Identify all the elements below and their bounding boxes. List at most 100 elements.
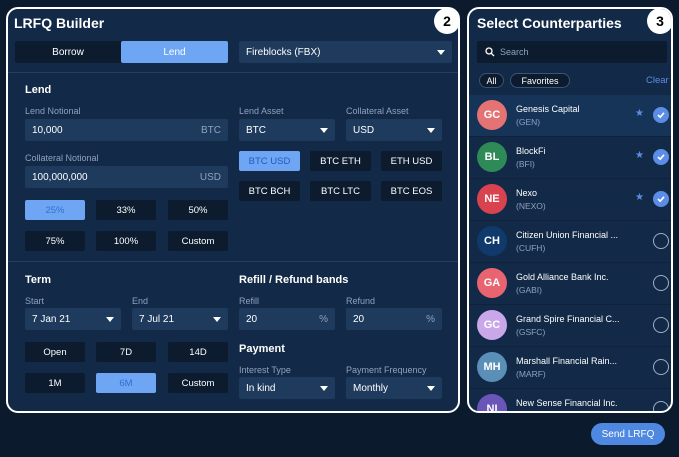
chevron-down-icon [427,127,435,133]
counterparty-row[interactable]: MH Marshall Financial Rain... (MARF) [469,347,671,389]
divider [8,261,458,262]
pair-btc-eos-button[interactable]: BTC EOS [381,181,442,201]
payment-heading: Payment [239,343,285,355]
collateral-asset-value: USD [353,124,375,136]
avatar: MH [477,352,507,382]
counterparty-code: (MARF) [516,369,546,379]
send-lrfq-button[interactable]: Send LRFQ [591,423,665,445]
counterparty-name: Marshall Financial Rain... [516,356,618,366]
counterparty-name: Nexo [516,188,538,198]
pct-100-button[interactable]: 100% [96,231,156,251]
checkbox-unchecked[interactable] [653,233,669,249]
lend-notional-unit: BTC [201,124,221,136]
lend-asset-select[interactable]: BTC [239,119,335,141]
payment-frequency-select[interactable]: Monthly [346,377,442,399]
pct-50-button[interactable]: 50% [168,200,228,220]
counterparty-name: Grand Spire Financial C... [516,314,620,324]
counterparty-code: (BFI) [516,159,535,169]
refill-unit: % [319,313,328,325]
lend-asset-label: Lend Asset [239,106,284,116]
end-label: End [132,296,149,306]
term-1m-button[interactable]: 1M [25,373,85,393]
tab-lend[interactable]: Lend [121,41,228,63]
interest-type-select[interactable]: In kind [239,377,335,399]
checkbox-checked[interactable] [653,149,669,165]
checkbox-checked[interactable] [653,191,669,207]
counterparty-row[interactable]: NE Nexo (NEXO) ★ [469,179,671,221]
end-date-select[interactable]: 7 Jul 21 [132,308,228,330]
pair-eth-usd-button[interactable]: ETH USD [381,151,442,171]
term-custom-button[interactable]: Custom [168,373,228,393]
start-date-select[interactable]: 7 Jan 21 [25,308,121,330]
pct-75-button[interactable]: 75% [25,231,85,251]
counterparty-code: (GSFC) [516,327,546,337]
counterparty-row[interactable]: GC Grand Spire Financial C... (GSFC) [469,305,671,347]
term-6m-button[interactable]: 6M [96,373,156,393]
collateral-asset-select[interactable]: USD [346,119,442,141]
counterparty-code: (NEXO) [516,201,546,211]
pct-custom-button[interactable]: Custom [168,231,228,251]
refund-unit: % [426,313,435,325]
star-icon[interactable]: ★ [635,192,644,203]
pair-btc-eth-button[interactable]: BTC ETH [310,151,371,171]
term-open-button[interactable]: Open [25,342,85,362]
counterparty-name: BlockFi [516,146,546,156]
counterparty-row[interactable]: GC Genesis Capital (GEN) ★ [469,95,671,137]
interest-type-value: In kind [246,382,276,394]
checkbox-unchecked[interactable] [653,275,669,291]
star-icon[interactable]: ★ [635,108,644,119]
avatar: CH [477,226,507,256]
checkbox-unchecked[interactable] [653,359,669,375]
checkbox-checked[interactable] [653,107,669,123]
lend-notional-label: Lend Notional [25,106,81,116]
term-7d-button[interactable]: 7D [96,342,156,362]
clear-link[interactable]: Clear [646,75,669,86]
pct-25-button[interactable]: 25% [25,200,85,220]
chevron-down-icon [427,385,435,391]
refund-input[interactable]: 20 % [346,308,442,330]
counterparty-row[interactable]: BL BlockFi (BFI) ★ [469,137,671,179]
lend-notional-input[interactable]: 10,000 BTC [25,119,228,141]
pair-btc-ltc-button[interactable]: BTC LTC [310,181,371,201]
chevron-down-icon [437,49,445,55]
lend-asset-value: BTC [246,124,266,136]
search-input[interactable]: Search [477,41,667,63]
divider [8,72,458,73]
collateral-asset-label: Collateral Asset [346,106,409,116]
chevron-down-icon [106,316,114,322]
pair-btc-bch-button[interactable]: BTC BCH [239,181,300,201]
pair-btc-usd-button[interactable]: BTC USD [239,151,300,171]
start-date-value: 7 Jan 21 [32,313,71,325]
checkbox-unchecked[interactable] [653,317,669,333]
pct-33-button[interactable]: 33% [96,200,156,220]
chevron-down-icon [320,385,328,391]
refund-label: Refund [346,296,376,306]
refill-input[interactable]: 20 % [239,308,335,330]
avatar: NE [477,184,507,214]
counterparty-row[interactable]: CH Citizen Union Financial ... (CUFH) [469,221,671,263]
counterparty-code: (GEN) [516,117,541,127]
search-placeholder: Search [500,47,529,57]
filter-favorites-chip[interactable]: Favorites [510,73,570,88]
term-heading: Term [25,274,52,286]
checkmark-icon [657,196,665,203]
collateral-notional-label: Collateral Notional [25,153,99,163]
collateral-notional-input[interactable]: 100,000,000 USD [25,166,228,188]
term-14d-button[interactable]: 14D [168,342,228,362]
counterparty-name: Genesis Capital [516,104,580,114]
lend-heading: Lend [25,84,52,96]
counterparty-row[interactable]: GA Gold Alliance Bank Inc. (GABI) [469,263,671,305]
venue-select[interactable]: Fireblocks (FBX) [239,41,452,63]
avatar: BL [477,142,507,172]
payment-frequency-label: Payment Frequency [346,365,427,375]
step-badge-3: 3 [647,9,671,34]
payment-frequency-value: Monthly [353,382,389,394]
filter-all-chip[interactable]: All [479,73,504,88]
refill-refund-heading: Refill / Refund bands [239,274,349,286]
tab-borrow[interactable]: Borrow [15,41,121,63]
counterparty-code: (CUFH) [516,243,546,253]
lend-notional-value: 10,000 [32,124,63,136]
counterparty-row[interactable]: NI New Sense Financial Inc. [469,389,671,411]
star-icon[interactable]: ★ [635,150,644,161]
checkbox-unchecked[interactable] [653,401,669,411]
